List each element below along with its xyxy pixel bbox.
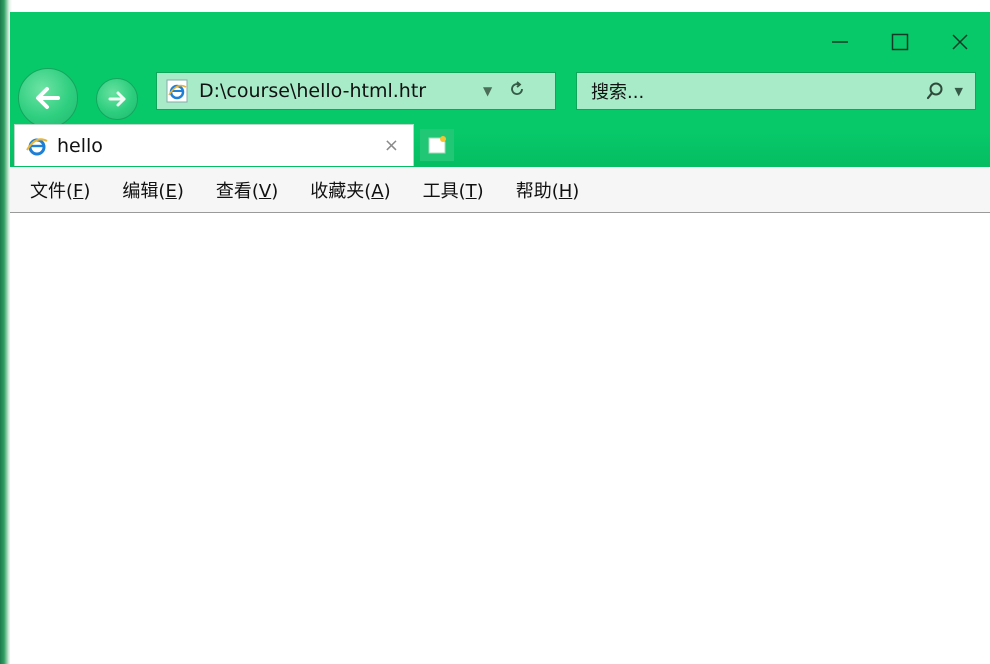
search-button[interactable]: ▼ — [925, 81, 963, 101]
maximize-button[interactable] — [870, 24, 930, 60]
tab-hello[interactable]: hello × — [14, 124, 414, 166]
arrow-left-icon — [36, 87, 60, 109]
menu-bar: 文件(F) 编辑(E) 查看(V) 收藏夹(A) 工具(T) 帮助(H) — [10, 167, 990, 213]
chevron-down-icon[interactable]: ▼ — [483, 84, 492, 98]
back-button[interactable] — [18, 68, 78, 128]
refresh-icon — [511, 81, 524, 95]
minimize-icon — [832, 41, 848, 43]
address-text: D:\course\hello-html.htr — [199, 80, 427, 102]
page-content — [10, 213, 990, 664]
minimize-button[interactable] — [810, 24, 870, 60]
menu-edit[interactable]: 编辑(E) — [122, 177, 183, 203]
refresh-button[interactable] — [508, 80, 526, 102]
ie-logo-icon — [166, 79, 188, 103]
new-tab-icon — [428, 136, 446, 154]
search-input[interactable]: 搜索... ▼ — [576, 72, 976, 110]
close-button[interactable] — [930, 24, 990, 60]
menu-view[interactable]: 查看(V) — [216, 177, 278, 203]
address-bar[interactable]: D:\course\hello-html.htr ▼ — [156, 72, 556, 110]
ie-logo-icon — [26, 137, 48, 155]
close-icon — [952, 34, 968, 50]
maximize-icon — [891, 33, 909, 51]
window-controls — [810, 24, 990, 60]
new-tab-button[interactable] — [420, 129, 454, 161]
menu-file[interactable]: 文件(F) — [30, 177, 90, 203]
close-tab-button[interactable]: × — [384, 135, 399, 156]
menu-tools[interactable]: 工具(T) — [423, 177, 484, 203]
title-bar: D:\course\hello-html.htr ▼ 搜索... ▼ hello… — [10, 12, 990, 167]
browser-window: D:\course\hello-html.htr ▼ 搜索... ▼ hello… — [10, 12, 990, 664]
search-placeholder: 搜索... — [591, 82, 645, 103]
menu-favorites[interactable]: 收藏夹(A) — [310, 177, 390, 203]
tab-title: hello — [57, 134, 103, 157]
forward-button[interactable] — [96, 78, 138, 120]
menu-help[interactable]: 帮助(H) — [516, 177, 580, 203]
chevron-down-icon[interactable]: ▼ — [955, 85, 963, 98]
search-icon — [926, 82, 943, 100]
arrow-right-icon — [108, 91, 126, 107]
